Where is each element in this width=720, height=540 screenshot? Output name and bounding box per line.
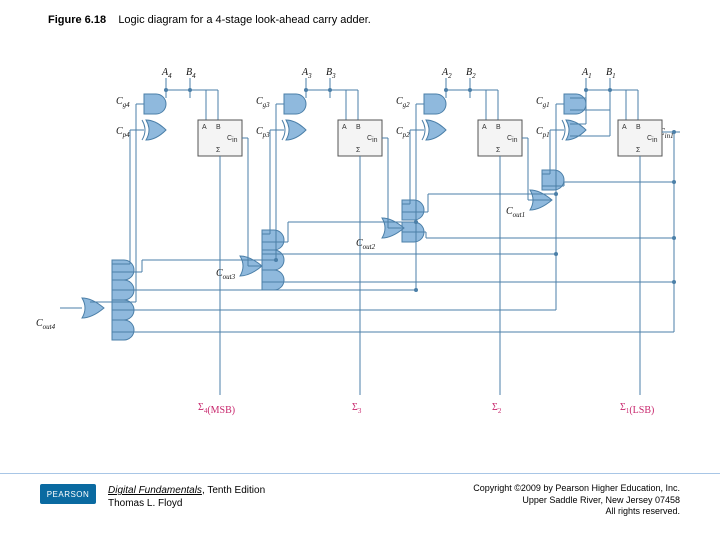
publisher-badge-text: PEARSON (47, 490, 90, 499)
label-B2: B2 (466, 67, 476, 80)
label-Cp2: Cp2 (396, 126, 410, 139)
label-S1: Σ1(LSB) (620, 402, 654, 416)
logic-diagram: A4 B4 A3 B3 A2 B2 A1 B1 Cin1 Cg1 Cp1 AB … (30, 50, 690, 430)
label-Cp4: Cp4 (116, 126, 130, 139)
stage-1: Cg1 Cp1 AB Cin Σ Σ1(LSB) (536, 78, 680, 416)
label-A4: A4 (161, 67, 172, 80)
svg-text:B: B (216, 124, 221, 131)
label-S2: Σ2 (492, 402, 502, 415)
book-author: Thomas L. Floyd (108, 498, 182, 509)
label-S4: Σ4(MSB) (198, 402, 235, 416)
and-gate-cg3 (284, 94, 306, 114)
svg-text:Σ: Σ (496, 147, 501, 154)
book-info: Digital Fundamentals, Tenth Edition Thom… (108, 484, 265, 510)
xor-gate-cp2 (422, 120, 446, 140)
svg-text:Σ: Σ (216, 147, 221, 154)
figure-caption: Figure 6.18 Logic diagram for a 4-stage … (48, 14, 371, 26)
svg-text:A: A (202, 124, 207, 131)
copyright-line3: All rights reserved. (473, 506, 680, 518)
svg-text:Σ: Σ (636, 147, 641, 154)
figure-number: Figure 6.18 (48, 14, 106, 26)
svg-text:A: A (342, 124, 347, 131)
label-S3: Σ3 (352, 402, 362, 415)
label-A3: A3 (301, 67, 312, 80)
label-Cg4: Cg4 (116, 96, 130, 109)
xor-gate-cp3 (282, 120, 306, 140)
svg-text:B: B (636, 124, 641, 131)
svg-text:Σ: Σ (356, 147, 361, 154)
label-A2: A2 (441, 67, 452, 80)
and-gate-cg4 (144, 94, 166, 114)
label-Cout1: Cout1 (506, 206, 525, 219)
footer-divider (0, 473, 720, 474)
stage-4: Cg4 Cp4 AB Cin Σ Σ4(MSB) (116, 78, 242, 416)
label-B4: B4 (186, 67, 196, 80)
label-Cp3: Cp3 (256, 126, 270, 139)
bus-nodes (274, 180, 676, 292)
label-Cout4: Cout4 (36, 318, 56, 331)
label-Cout2: Cout2 (356, 238, 376, 251)
svg-text:A: A (622, 124, 627, 131)
svg-text:A: A (482, 124, 487, 131)
stage-2: Cg2 Cp2 AB Cin Σ Σ2 (396, 78, 522, 415)
label-Cg2: Cg2 (396, 96, 410, 109)
xor-gate-cp1 (562, 120, 586, 140)
label-Cp1: Cp1 (536, 126, 550, 139)
publisher-badge: PEARSON (40, 484, 96, 504)
and-gate-cg1 (564, 94, 586, 114)
and-gate-cg2 (424, 94, 446, 114)
book-title: Digital Fundamentals (108, 485, 202, 496)
copyright-line1: Copyright ©2009 by Pearson Higher Educat… (473, 483, 680, 495)
book-edition: , Tenth Edition (202, 485, 265, 496)
label-Cg1: Cg1 (536, 96, 550, 109)
svg-text:B: B (496, 124, 501, 131)
label-B1: B1 (606, 67, 616, 80)
figure-caption-text: Logic diagram for a 4-stage look-ahead c… (118, 14, 371, 26)
svg-text:B: B (356, 124, 361, 131)
copyright-line2: Upper Saddle River, New Jersey 07458 (473, 495, 680, 507)
xor-gate-cp4 (142, 120, 166, 140)
copyright-block: Copyright ©2009 by Pearson Higher Educat… (473, 483, 680, 518)
label-Cout3: Cout3 (216, 268, 236, 281)
label-Cg3: Cg3 (256, 96, 270, 109)
label-B3: B3 (326, 67, 336, 80)
